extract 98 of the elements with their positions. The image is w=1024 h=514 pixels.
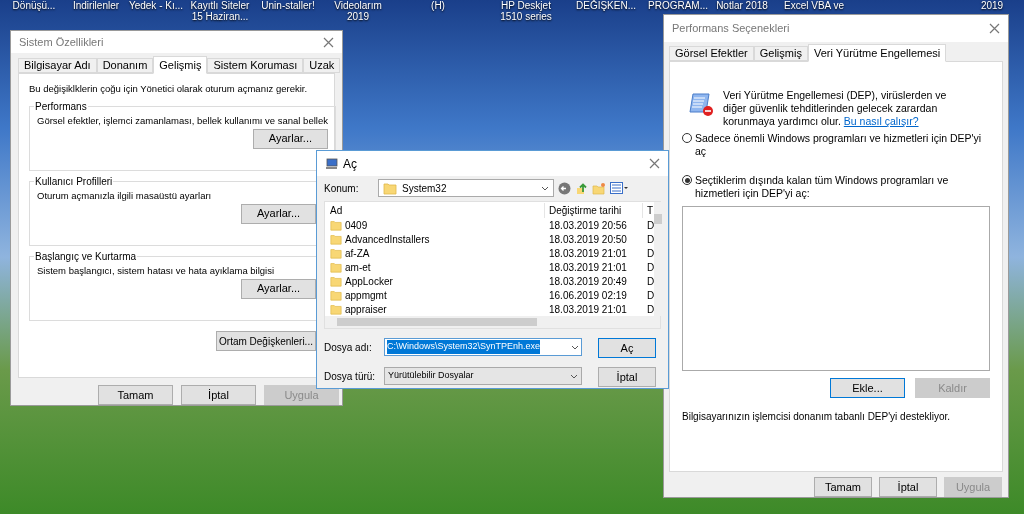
dep-description: Veri Yürütme Engellemesi (DEP), virüslerden ve diğer güvenlik tehditlerinden gelecek zarardan korunmaya yardımcı olur. Bu nasıl çalışır?	[723, 89, 948, 128]
window-title: Sistem Özellikleri	[19, 34, 104, 50]
desktop-icon-label[interactable]: Notlar 2018	[712, 0, 772, 11]
folder-icon	[330, 261, 342, 273]
desktop-icon-label[interactable]: HP Deskjet 1510 series	[496, 0, 556, 22]
location-dropdown[interactable]: System32	[378, 179, 554, 197]
tab[interactable]: Sistem Koruması	[207, 58, 304, 73]
dialog-button[interactable]: Aç	[598, 338, 656, 359]
table-cell-text: D	[646, 246, 655, 261]
table-cell-text: 18.03.2019 20:49	[548, 274, 628, 289]
close-icon[interactable]	[323, 36, 334, 48]
file-type-label: Dosya türü:	[324, 369, 377, 384]
desktop-icon-label[interactable]: PROGRAM...	[648, 0, 708, 11]
column-header[interactable]: Ad	[325, 203, 545, 218]
dialog-button[interactable]: İptal	[181, 385, 256, 405]
dialog-button[interactable]: Ayarlar...	[241, 203, 316, 224]
table-cell-text: D	[646, 260, 655, 275]
group-description: Sistem başlangıcı, sistem hatası ve hata ayıklama bilgisi	[37, 264, 276, 279]
file-row-name[interactable]: af-ZA	[325, 245, 545, 261]
table-cell-text: 18.03.2019 21:01	[548, 260, 628, 275]
file-name-label: Dosya adı:	[324, 340, 373, 355]
tab[interactable]: Gelişmiş	[153, 56, 208, 74]
group-title: Performans	[34, 100, 88, 115]
horizontal-scrollbar[interactable]	[325, 316, 660, 328]
dialog-button[interactable]: Ekle...	[830, 378, 905, 398]
group-description: Görsel efektler, işlemci zamanlaması, bellek kullanımı ve sanal bellek	[37, 114, 328, 129]
column-header[interactable]: T	[643, 203, 654, 218]
table-cell-text: 18.03.2019 21:01	[548, 302, 628, 317]
desktop-icon-label[interactable]: DEĞİŞKEN...	[576, 0, 636, 11]
location-value: System32	[402, 181, 448, 196]
tab[interactable]: Veri Yürütme Engellemesi	[807, 44, 947, 62]
folder-icon	[330, 233, 342, 245]
table-cell-text: 18.03.2019 20:50	[548, 232, 628, 247]
tab[interactable]: Uzak	[303, 58, 341, 73]
chevron-down-icon	[571, 344, 579, 350]
file-row-name[interactable]: appraiser	[325, 301, 545, 317]
radio-option[interactable]: Seçtiklerim dışında kalan tüm Windows programları ve hizmetleri için DEP'yi aç:	[682, 174, 990, 200]
tab[interactable]: Gelişmiş	[753, 46, 808, 61]
dialog-button[interactable]: Tamam	[814, 477, 872, 497]
dialog-button[interactable]: Ayarlar...	[241, 278, 316, 299]
desktop-icon-label[interactable]: 2019	[962, 0, 1022, 11]
column-header[interactable]: Değiştirme tarihi	[545, 203, 643, 218]
desktop-icon-label[interactable]: İndirilenler	[66, 0, 126, 11]
file-row-name[interactable]: AppLocker	[325, 273, 545, 289]
table-cell-text: D	[646, 274, 655, 289]
folder-icon	[330, 219, 342, 231]
table-cell-text: D	[646, 302, 655, 317]
help-link[interactable]: Bu nasıl çalışır?	[843, 115, 919, 127]
support-note: Bilgisayarınızın işlemcisi donanım tabanlı DEP'yi destekliyor.	[682, 410, 952, 424]
dialog-button[interactable]: İptal	[598, 367, 656, 388]
table-cell-text: D	[646, 232, 655, 247]
file-row-name[interactable]: 0409	[325, 217, 545, 233]
back-icon[interactable]	[558, 181, 571, 195]
table-cell-text: 18.03.2019 21:01	[548, 246, 628, 261]
dialog-button[interactable]: Ortam Değişkenleri...	[216, 331, 316, 352]
desktop-icon-label[interactable]: Dönüşü...	[4, 0, 64, 11]
group-description: Oturum açmanızla ilgili masaüstü ayarları	[37, 189, 213, 204]
computer-icon	[325, 157, 338, 170]
dialog-button[interactable]: Ayarlar...	[252, 128, 328, 149]
radio-button[interactable]	[682, 175, 692, 185]
view-menu-icon[interactable]	[610, 182, 629, 194]
close-icon[interactable]	[989, 23, 1000, 34]
table-cell-text: 16.06.2019 02:19	[548, 288, 628, 303]
file-row-name[interactable]: AdvancedInstallers	[325, 231, 545, 247]
file-row-name[interactable]: appmgmt	[325, 287, 545, 303]
file-row-name[interactable]: am-et	[325, 259, 545, 275]
desktop-icon-label[interactable]: Videolarım 2019	[328, 0, 388, 22]
up-arrow-icon[interactable]	[575, 181, 588, 195]
table-cell-text: D	[646, 288, 655, 303]
window-title: Aç	[343, 155, 357, 173]
file-type-dropdown[interactable]: Yürütülebilir Dosyalar	[384, 367, 582, 385]
desktop-icon-label[interactable]: Yedek - Kı...	[126, 0, 186, 11]
group-title: Kullanıcı Profilleri	[34, 175, 114, 190]
window-title: Performans Seçenekleri	[672, 21, 790, 37]
close-icon[interactable]	[649, 158, 660, 169]
chevron-down-icon	[541, 185, 549, 191]
tab[interactable]: Donanım	[96, 58, 154, 73]
folder-icon	[330, 289, 342, 301]
folder-icon	[383, 181, 397, 195]
table-cell-text: D	[646, 218, 655, 233]
tab[interactable]: Bilgisayar Adı	[18, 58, 97, 73]
desktop-icon-label[interactable]: Kayıtlı Siteler 15 Haziran...	[190, 0, 250, 22]
intro-text: Bu değişiklklerin çoğu için Yönetici olarak oturum açmanız gerekir.	[29, 82, 309, 96]
desktop-icon-label[interactable]: (H)	[408, 0, 468, 11]
radio-button[interactable]	[682, 133, 692, 143]
desktop-icon-label[interactable]: Unin-staller!	[258, 0, 318, 11]
dialog-button[interactable]: Tamam	[98, 385, 173, 405]
chevron-down-icon	[570, 373, 578, 379]
dialog-button[interactable]: İptal	[879, 477, 937, 497]
radio-option[interactable]: Sadece önemli Windows programları ve hizmetleri için DEP'yi aç	[682, 132, 990, 158]
folder-icon	[330, 275, 342, 287]
file-name-field[interactable]: C:\Windows\System32\SynTPEnh.exe	[384, 338, 582, 356]
desktop-icon-label[interactable]: Excel VBA ve	[784, 0, 844, 11]
group-title: Başlangıç ve Kurtarma	[34, 250, 138, 265]
tab[interactable]: Görsel Efektler	[669, 46, 754, 61]
folder-icon	[330, 247, 342, 259]
table-cell-text: 18.03.2019 20:56	[548, 218, 628, 233]
location-label: Konum:	[324, 181, 360, 196]
